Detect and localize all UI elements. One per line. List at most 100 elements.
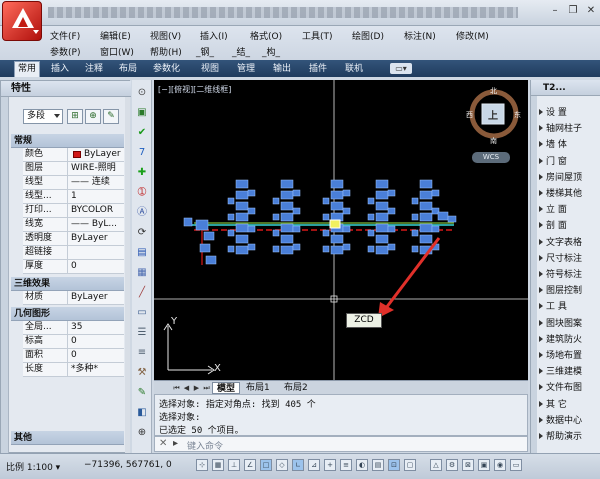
text-icon[interactable]: Ⓐ xyxy=(135,206,149,220)
zoom-icon[interactable]: ⊕ xyxy=(135,426,149,440)
tab-layout[interactable]: 布局 xyxy=(116,62,140,76)
palette-handle[interactable] xyxy=(1,97,9,454)
menu-structure[interactable]: _结_ xyxy=(232,45,250,58)
sc-icon[interactable]: ⊡ xyxy=(388,459,400,471)
annotation-scale[interactable]: 比例 1:100 ▾ xyxy=(6,460,60,473)
property-row[interactable]: 线型 —— 连续 xyxy=(23,176,124,190)
view-cube-top[interactable]: 上 xyxy=(488,107,498,122)
line-icon[interactable]: ╱ xyxy=(135,286,149,300)
tool-palette-item[interactable]: 三维建模 xyxy=(539,366,600,379)
tool-palette-item[interactable]: 其 它 xyxy=(539,399,600,412)
number-icon[interactable]: 7 xyxy=(135,146,149,160)
tool-palette-item[interactable]: 楼梯其他 xyxy=(539,188,600,201)
tool-palette-item[interactable]: 场地布置 xyxy=(539,350,600,363)
property-row[interactable]: 标高 0 xyxy=(23,335,124,349)
property-row[interactable]: 长度 *多种* xyxy=(23,363,124,377)
drawing-canvas[interactable]: [−][俯视][二维线框] 北 南 东 西 上 WCS Y X ZCD xyxy=(154,80,528,380)
hatch-icon[interactable]: ▤ xyxy=(135,246,149,260)
menu-edit[interactable]: 编辑(E) xyxy=(100,29,131,42)
tool-palette-item[interactable]: 帮助演示 xyxy=(539,431,600,444)
section-misc[interactable]: 其他 xyxy=(11,431,124,445)
wcs-menu[interactable]: WCS xyxy=(472,152,510,163)
ortho-icon[interactable]: ⊥ xyxy=(228,459,240,471)
ruler-icon[interactable]: ▭ xyxy=(135,306,149,320)
quick-select-icon[interactable]: ✎ xyxy=(103,109,119,124)
tool-palette-item[interactable]: 数据中心 xyxy=(539,415,600,428)
property-row[interactable]: 面积 0 xyxy=(23,349,124,363)
select-objects-icon[interactable]: ⊕ xyxy=(85,109,101,124)
property-row[interactable]: 图层 WIRE-照明 xyxy=(23,162,124,176)
ducs-icon[interactable]: ⊿ xyxy=(308,459,320,471)
section-general[interactable]: 常规 xyxy=(11,134,124,148)
menu-modify[interactable]: 修改(M) xyxy=(456,29,489,42)
tab-output[interactable]: 输出 xyxy=(270,62,294,76)
dyn-icon[interactable]: + xyxy=(324,459,336,471)
property-row[interactable]: 超链接 xyxy=(23,246,124,260)
menu-parametric[interactable]: 参数(P) xyxy=(50,45,80,58)
tool-palette-item[interactable]: 建筑防火 xyxy=(539,334,600,347)
tool-palette-item[interactable]: 墙 体 xyxy=(539,139,600,152)
polar-icon[interactable]: ∠ xyxy=(244,459,256,471)
tab-online[interactable]: 联机 xyxy=(342,62,366,76)
prev-tab-icon[interactable]: ◀ xyxy=(182,383,191,393)
last-tab-icon[interactable]: ⏭ xyxy=(202,383,211,393)
menu-window[interactable]: 窗口(W) xyxy=(100,45,134,58)
3dosnap-icon[interactable]: ◇ xyxy=(276,459,288,471)
workspace-icon[interactable]: ⚙ xyxy=(446,459,458,471)
property-row[interactable]: 打印... BYCOLOR xyxy=(23,204,124,218)
close-icon[interactable]: ✕ xyxy=(159,438,167,449)
tab-model[interactable]: 模型 xyxy=(212,382,241,394)
menu-steel[interactable]: _钢_ xyxy=(196,45,214,58)
plus-icon[interactable]: ✚ xyxy=(135,166,149,180)
tool-palette-item[interactable]: 立 面 xyxy=(539,204,600,217)
info-icon[interactable]: ➀ xyxy=(135,186,149,200)
tab-layout1[interactable]: 布局1 xyxy=(242,382,274,394)
tab-parametric[interactable]: 参数化 xyxy=(150,62,183,76)
palette-scrollbar[interactable] xyxy=(125,97,130,454)
minimize-button[interactable]: – xyxy=(548,5,562,17)
tab-manage[interactable]: 管理 xyxy=(234,62,258,76)
tool-palette-item[interactable]: 文字表格 xyxy=(539,237,600,250)
first-tab-icon[interactable]: ⏮ xyxy=(172,383,181,393)
lineweight-icon[interactable]: ≡ xyxy=(340,459,352,471)
rotate-icon[interactable]: ⟳ xyxy=(135,226,149,240)
palette-handle[interactable] xyxy=(531,96,537,453)
tool-palette-item[interactable]: 符号标注 xyxy=(539,269,600,282)
tab-layout2[interactable]: 布局2 xyxy=(280,382,312,394)
wrench-icon[interactable]: ⚒ xyxy=(135,366,149,380)
property-row[interactable]: 线型... 1 xyxy=(23,190,124,204)
application-menu-button[interactable] xyxy=(2,1,42,41)
tab-view[interactable]: 视图 xyxy=(198,62,222,76)
menu-insert[interactable]: 插入(I) xyxy=(200,29,228,42)
align-icon[interactable]: ≡ xyxy=(135,346,149,360)
tool-palette-item[interactable]: 房间屋顶 xyxy=(539,172,600,185)
am-icon[interactable]: ▢ xyxy=(404,459,416,471)
ribbon-options-icon[interactable]: ▭▾ xyxy=(390,63,412,74)
snap-icon[interactable]: ⊹ xyxy=(196,459,208,471)
annotation-visibility-icon[interactable]: △ xyxy=(430,459,442,471)
tool-palette-item[interactable]: 图块图案 xyxy=(539,318,600,331)
tool-palette-item[interactable]: 工 具 xyxy=(539,301,600,314)
check-icon[interactable]: ✔ xyxy=(135,126,149,140)
tool-palette-item[interactable]: 轴网柱子 xyxy=(539,123,600,136)
menu-help[interactable]: 帮助(H) xyxy=(150,45,182,58)
object-type-select[interactable]: 多段 xyxy=(23,109,63,124)
property-row[interactable]: 透明度 ByLayer xyxy=(23,232,124,246)
tab-annotate[interactable]: 注释 xyxy=(82,62,106,76)
menu-view[interactable]: 视图(V) xyxy=(150,29,181,42)
next-tab-icon[interactable]: ▶ xyxy=(192,383,201,393)
hardware-icon[interactable]: ▣ xyxy=(478,459,490,471)
menu-draw[interactable]: 绘图(D) xyxy=(352,29,384,42)
tool-palette-item[interactable]: 尺寸标注 xyxy=(539,253,600,266)
tool-palette-item[interactable]: 图层控制 xyxy=(539,285,600,298)
tool-palette-item[interactable]: 文件布图 xyxy=(539,382,600,395)
section-3d-effects[interactable]: 三维效果 xyxy=(11,277,124,291)
property-row[interactable]: 全局... 35 xyxy=(23,321,124,335)
clean-screen-icon[interactable]: ▭ xyxy=(510,459,522,471)
property-row[interactable]: 线宽 —— ByL... xyxy=(23,218,124,232)
section-geometry[interactable]: 几何图形 xyxy=(11,307,124,321)
command-input[interactable]: ✕ ▸ 键入命令 xyxy=(154,436,528,452)
tab-home[interactable]: 常用 xyxy=(14,61,41,77)
qp-icon[interactable]: ▤ xyxy=(372,459,384,471)
property-row[interactable]: 厚度 0 xyxy=(23,260,124,274)
